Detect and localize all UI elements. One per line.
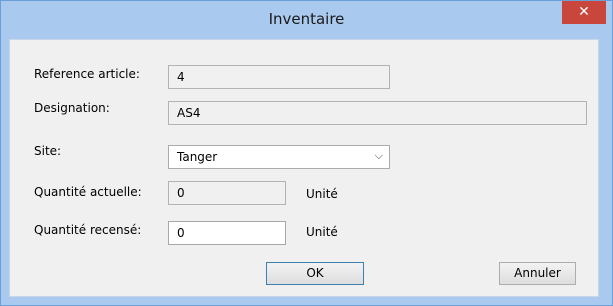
site-select[interactable]: Tanger ⌵ [168, 145, 390, 169]
quantite-recensee-unit: Unité [306, 225, 338, 239]
quantite-recensee-label: Quantité recensé: [34, 223, 142, 237]
quantite-actuelle-unit: Unité [306, 187, 338, 201]
close-button[interactable]: ✕ [562, 1, 606, 24]
site-label: Site: [34, 144, 62, 158]
window-title: Inventaire [268, 10, 345, 28]
ok-button[interactable]: OK [266, 262, 364, 285]
site-selected-value: Tanger [177, 150, 218, 164]
chevron-down-icon[interactable]: ⌵ [375, 149, 383, 163]
title-bar[interactable]: Inventaire ✕ [1, 1, 612, 37]
dialog-window: Inventaire ✕ Reference article: 4 Design… [0, 0, 613, 306]
quantite-actuelle-label: Quantité actuelle: [34, 185, 142, 199]
reference-label: Reference article: [34, 67, 140, 81]
quantite-recensee-input[interactable]: 0 [168, 221, 286, 245]
quantite-actuelle-field: 0 [168, 181, 286, 205]
close-icon[interactable]: ✕ [578, 4, 590, 20]
designation-field: AS4 [168, 101, 587, 125]
designation-label: Designation: [34, 101, 110, 115]
dialog-body: Reference article: 4 Designation: AS4 Si… [9, 39, 599, 297]
cancel-button[interactable]: Annuler [499, 262, 576, 285]
reference-field: 4 [168, 65, 390, 89]
